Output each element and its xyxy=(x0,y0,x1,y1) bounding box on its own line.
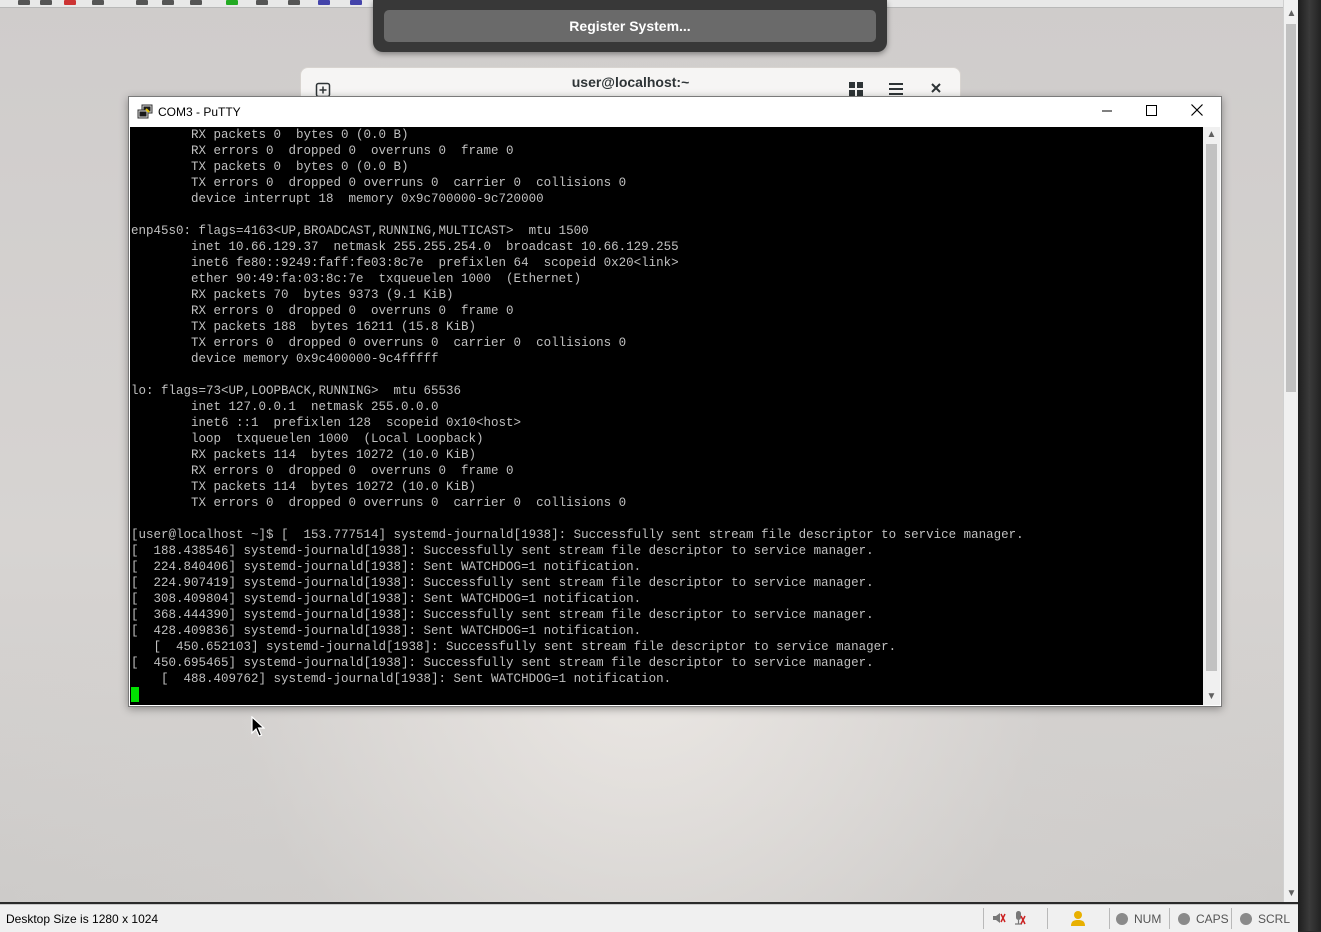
close-button[interactable] xyxy=(1174,97,1220,127)
desktop-size-text: Desktop Size is 1280 x 1024 xyxy=(6,912,159,926)
system-menu-popup: Register System... xyxy=(373,0,887,52)
caps-lock-indicator: CAPS xyxy=(1178,912,1229,926)
scroll-up-arrow[interactable]: ▲ xyxy=(1203,127,1220,143)
toolbar-icon[interactable] xyxy=(226,0,238,5)
terminal-text: RX packets 0 bytes 0 (0.0 B) RX errors 0… xyxy=(131,128,1024,686)
scroll-lock-label: SCRL xyxy=(1258,912,1291,926)
scroll-lock-indicator: SCRL xyxy=(1240,912,1290,926)
terminal-cursor xyxy=(131,687,139,702)
terminal-scrollbar[interactable]: ▲ ▼ xyxy=(1203,127,1220,705)
register-system-button[interactable]: Register System... xyxy=(384,10,876,42)
divider xyxy=(1047,908,1048,929)
divider xyxy=(1231,908,1232,929)
remote-vertical-scrollbar[interactable]: ▲ ▼ xyxy=(1283,0,1299,902)
toolbar-icon[interactable] xyxy=(64,0,76,5)
scrollbar-thumb[interactable] xyxy=(1286,24,1296,392)
indicator-led-icon xyxy=(1240,913,1252,925)
speaker-muted-icon[interactable] xyxy=(992,910,1006,929)
toolbar-icon[interactable] xyxy=(256,0,268,5)
putty-titlebar[interactable]: COM3 - PuTTY xyxy=(129,97,1221,127)
status-bar: Desktop Size is 1280 x 1024 NUM CAPS SCR… xyxy=(0,904,1298,932)
terminal-output[interactable]: RX packets 0 bytes 0 (0.0 B) RX errors 0… xyxy=(130,127,1203,705)
num-lock-label: NUM xyxy=(1134,912,1162,926)
indicator-led-icon xyxy=(1116,913,1128,925)
toolbar-icon[interactable] xyxy=(18,0,30,5)
toolbar-icon[interactable] xyxy=(350,0,362,5)
remote-desktop[interactable]: Register System... user@localhost:~ COM3… xyxy=(0,0,1283,902)
toolbar-icon[interactable] xyxy=(40,0,52,5)
divider xyxy=(983,908,984,929)
putty-app-icon[interactable] xyxy=(137,104,153,120)
host-background-edge xyxy=(1298,0,1321,931)
toolbar-icon[interactable] xyxy=(162,0,174,5)
putty-window[interactable]: COM3 - PuTTY RX packets 0 bytes 0 (0.0 B… xyxy=(128,96,1222,707)
divider xyxy=(1109,908,1110,929)
scroll-up-arrow[interactable]: ▲ xyxy=(1284,6,1299,22)
minimize-button[interactable] xyxy=(1084,97,1130,127)
scroll-down-arrow[interactable]: ▼ xyxy=(1203,689,1220,705)
indicator-led-icon xyxy=(1178,913,1190,925)
mouse-pointer-icon xyxy=(251,716,265,737)
divider xyxy=(1169,908,1170,929)
scroll-down-arrow[interactable]: ▼ xyxy=(1284,886,1299,902)
toolbar-icon[interactable] xyxy=(190,0,202,5)
window-title: COM3 - PuTTY xyxy=(158,105,241,119)
toolbar-icon[interactable] xyxy=(92,0,104,5)
caps-lock-label: CAPS xyxy=(1196,912,1229,926)
toolbar-icon[interactable] xyxy=(136,0,148,5)
toolbar-icon[interactable] xyxy=(318,0,330,5)
user-icon[interactable] xyxy=(1071,910,1085,929)
num-lock-indicator: NUM xyxy=(1116,912,1161,926)
scrollbar-thumb[interactable] xyxy=(1206,144,1217,671)
toolbar-icon[interactable] xyxy=(288,0,300,5)
maximize-button[interactable] xyxy=(1128,97,1174,127)
microphone-muted-icon[interactable] xyxy=(1012,910,1026,929)
